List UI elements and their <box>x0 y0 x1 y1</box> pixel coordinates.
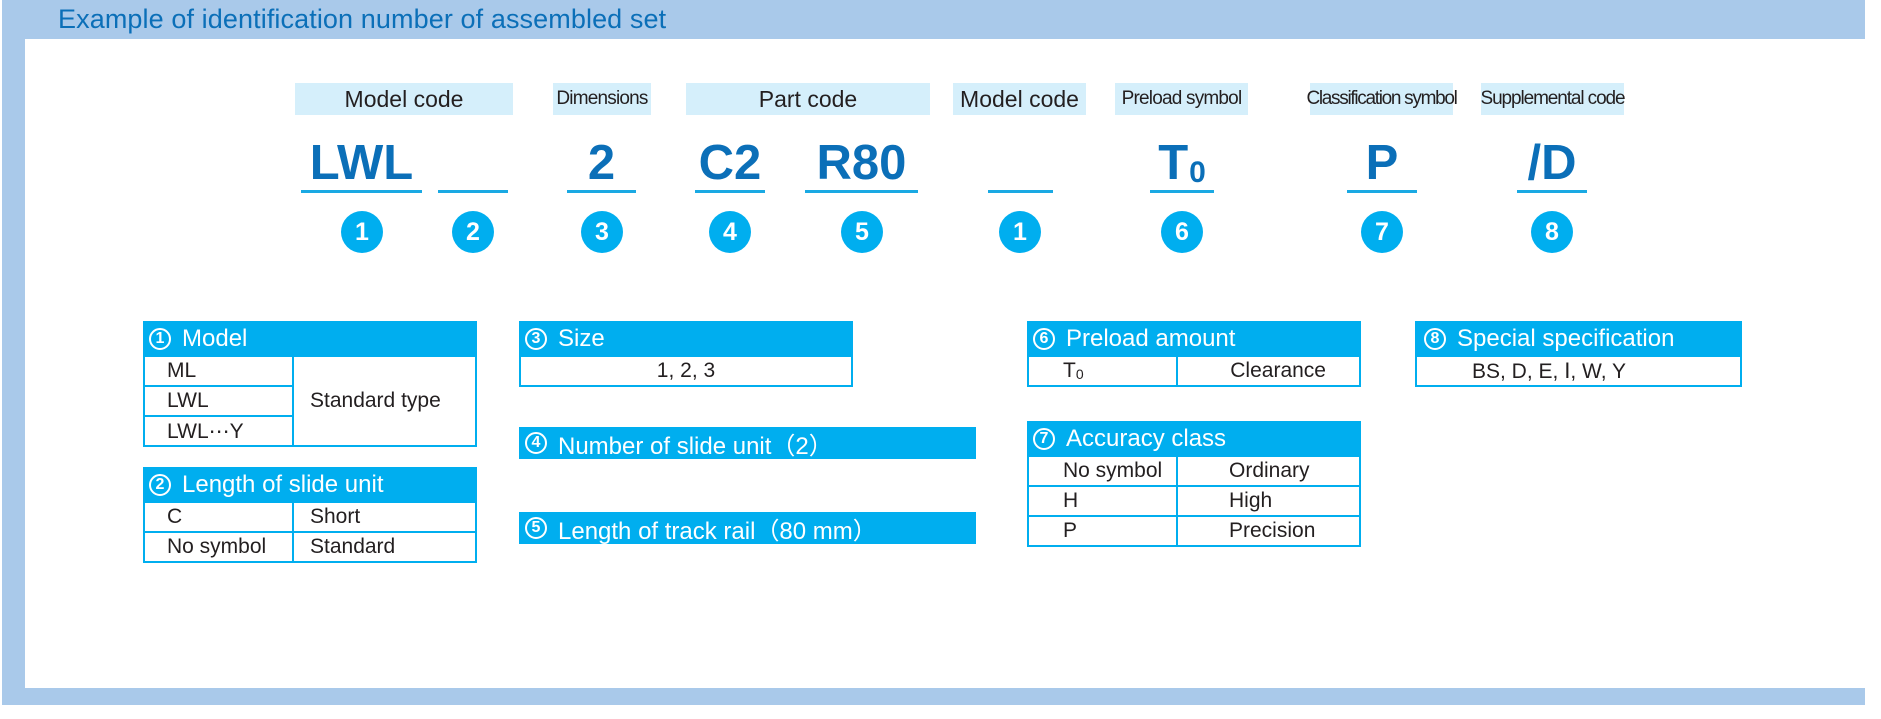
number-badge-1b: 1 <box>999 211 1041 253</box>
underline-slide-count <box>695 190 765 193</box>
table-key: No symbol <box>1029 457 1178 485</box>
circled-number-icon: 6 <box>1033 328 1055 350</box>
circled-number-icon: 3 <box>525 328 547 350</box>
table-key: No symbol <box>145 533 294 561</box>
number-badge-2: 2 <box>452 211 494 253</box>
table-value: Ordinary <box>1229 459 1310 482</box>
table-row: P Precision <box>1029 515 1359 545</box>
table-model-key: ML <box>167 359 197 382</box>
circled-number-icon: 1 <box>149 328 171 350</box>
banner-slide-count-title: Number of slide unit（2） <box>558 432 833 460</box>
circled-number-icon: 7 <box>1033 428 1055 450</box>
table-key: C <box>145 503 294 531</box>
code-model-2 <box>988 132 1053 188</box>
table-model-key: LWL⋯Y <box>145 415 292 445</box>
code-length-slide <box>438 132 508 188</box>
code-slide-count: C2 <box>698 136 762 190</box>
table-length-slide-title: Length of slide unit <box>182 471 384 498</box>
table-row: No symbol Ordinary <box>1029 455 1359 485</box>
code-preload: T0 <box>1150 132 1214 188</box>
number-badge-5: 5 <box>841 211 883 253</box>
underline-preload <box>1150 190 1214 193</box>
circled-number-icon: 8 <box>1424 328 1446 350</box>
preload-key-sub: 0 <box>1075 366 1084 382</box>
table-row: T0 Clearance <box>1029 355 1359 385</box>
number-badge-6: 6 <box>1161 211 1203 253</box>
table-length-slide: 2 Length of slide unit C Short No symbol… <box>143 467 477 563</box>
table-accuracy-title: Accuracy class <box>1066 425 1227 452</box>
code-classification: P <box>1365 136 1399 190</box>
code-preload-sub: 0 <box>1189 156 1206 189</box>
preload-key-main: T <box>1063 359 1076 382</box>
circled-number-icon: 5 <box>525 517 547 539</box>
table-model-body: ML LWL LWL⋯Y Standard type <box>145 355 475 445</box>
label-preload-symbol: Preload symbol <box>1115 83 1248 115</box>
underline-dimensions <box>567 190 636 193</box>
table-model-keys: ML LWL LWL⋯Y <box>145 357 294 445</box>
table-row: C Short <box>145 501 475 531</box>
underline-model <box>301 190 422 193</box>
table-accuracy-header: 7 Accuracy class <box>1029 423 1359 455</box>
code-preload-main: T <box>1158 136 1189 190</box>
code-model: LWL <box>309 136 414 190</box>
table-row: No symbol Standard <box>145 531 475 561</box>
table-row: 1, 2, 3 <box>521 355 851 385</box>
table-value: Precision <box>1229 519 1316 542</box>
table-model-value: Standard type <box>310 389 441 412</box>
table-size-header: 3 Size <box>521 323 851 355</box>
code-rail-length: R80 <box>816 136 907 190</box>
page-title: Example of identification number of asse… <box>58 4 667 34</box>
code-dimensions: 2 <box>587 136 616 190</box>
table-special: 8 Special specification BS, D, E, Ⅰ, W, … <box>1415 321 1742 387</box>
table-size: 3 Size 1, 2, 3 <box>519 321 853 387</box>
table-row: H High <box>1029 485 1359 515</box>
underline-rail-length <box>805 190 918 193</box>
circled-number-icon: 2 <box>149 474 171 496</box>
table-length-slide-header: 2 Length of slide unit <box>145 469 475 501</box>
table-key: H <box>1029 487 1178 515</box>
number-badge-3: 3 <box>581 211 623 253</box>
table-preload: 6 Preload amount T0 Clearance <box>1027 321 1361 387</box>
number-badge-1: 1 <box>341 211 383 253</box>
underline-classification <box>1347 190 1417 193</box>
table-key: T0 <box>1029 357 1178 385</box>
number-badge-4: 4 <box>709 211 751 253</box>
table-special-header: 8 Special specification <box>1417 323 1740 355</box>
underline-supplemental <box>1517 190 1587 193</box>
label-model-code-2: Model code <box>953 83 1086 115</box>
banner-rail-length-title: Length of track rail（80 mm） <box>558 517 877 545</box>
label-classification-symbol: Classification symbol <box>1306 83 1458 115</box>
circled-number-icon: 4 <box>525 432 547 454</box>
table-size-value: 1, 2, 3 <box>656 359 716 382</box>
banner-slide-count: 4 Number of slide unit（2） <box>519 427 976 460</box>
label-model-code: Model code <box>295 83 513 115</box>
table-row: BS, D, E, Ⅰ, W, Y <box>1417 355 1740 385</box>
table-value: Clearance <box>1230 359 1326 382</box>
table-model-key: LWL <box>145 385 292 415</box>
table-model-header: 1 Model <box>145 323 475 355</box>
number-badge-8: 8 <box>1531 211 1573 253</box>
underline-model-2 <box>988 190 1053 193</box>
table-value: Short <box>310 505 361 528</box>
table-size-title: Size <box>558 325 605 352</box>
frame-bottom-band <box>2 688 1865 705</box>
table-special-value: BS, D, E, Ⅰ, W, Y <box>1472 359 1627 383</box>
table-preload-header: 6 Preload amount <box>1029 323 1359 355</box>
table-key: P <box>1029 517 1178 545</box>
table-model-title: Model <box>182 325 248 352</box>
frame-left-band <box>2 0 25 705</box>
underline-length-slide <box>438 190 508 193</box>
table-accuracy: 7 Accuracy class No symbol Ordinary H Hi… <box>1027 421 1361 547</box>
code-supplemental: /D <box>1527 136 1577 190</box>
banner-rail-length: 5 Length of track rail（80 mm） <box>519 512 976 545</box>
table-preload-title: Preload amount <box>1066 325 1236 352</box>
table-value: High <box>1229 489 1273 512</box>
number-badge-7: 7 <box>1361 211 1403 253</box>
table-model: 1 Model ML LWL LWL⋯Y Standard type <box>143 321 477 447</box>
table-value: Standard <box>310 535 396 558</box>
table-special-title: Special specification <box>1457 325 1675 352</box>
label-part-code: Part code <box>686 83 930 115</box>
label-dimensions: Dimensions <box>553 83 651 115</box>
label-supplemental-code: Supplemental code <box>1481 83 1626 115</box>
